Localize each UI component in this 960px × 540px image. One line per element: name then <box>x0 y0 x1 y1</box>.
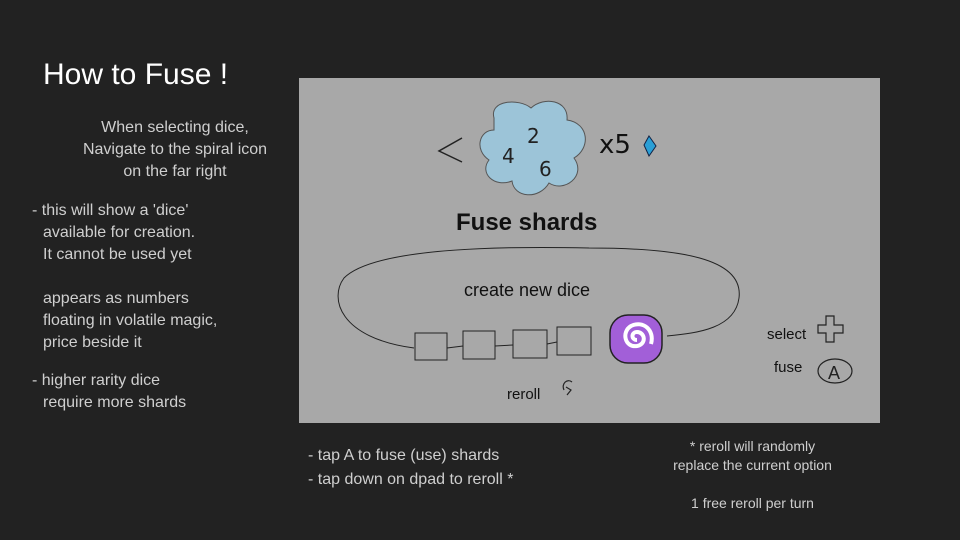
bullet-line: available for creation. <box>43 224 196 241</box>
dice-cloud <box>479 100 586 196</box>
bullet-list: - this will show a 'dice' available for … <box>32 200 297 414</box>
intro-line: Navigate to the spiral icon <box>82 141 268 158</box>
dice-number-bottom: 6 <box>539 157 552 181</box>
reroll-icon <box>562 380 573 396</box>
reroll-label: reroll <box>507 386 541 403</box>
dice-slot <box>512 329 548 359</box>
dpad-icon <box>817 315 844 343</box>
left-arrow-icon <box>437 137 463 163</box>
instruction-line: - tap A to fuse (use) shards <box>308 447 500 464</box>
bullet-line: require more shards <box>43 394 187 411</box>
dice-slot <box>414 332 448 361</box>
dice-number-left: 4 <box>502 144 515 168</box>
fuse-shards-title: Fuse shards <box>456 209 598 236</box>
shard-icon <box>643 135 657 158</box>
bullet-line: - higher rarity dice <box>32 372 161 389</box>
reroll-note: * reroll will randomly replace the curre… <box>650 437 855 513</box>
dice-number-top: 2 <box>527 124 540 148</box>
create-new-dice-label: create new dice <box>464 280 591 300</box>
fuse-label: fuse <box>774 359 803 376</box>
fuse-screen-mockup: 2 4 6 A x5 Fuse shards create new dice r… <box>299 78 880 423</box>
dice-slot <box>556 326 592 356</box>
intro-line: When selecting dice, <box>101 119 249 136</box>
bullet-line: It cannot be used yet <box>43 246 192 263</box>
dice-slot <box>462 330 496 360</box>
intro-line: on the far right <box>123 163 227 180</box>
note-line: * reroll will randomly <box>689 438 816 454</box>
price-label: x5 <box>599 130 631 160</box>
select-label: select <box>767 326 807 343</box>
note-line: 1 free reroll per turn <box>691 495 814 511</box>
bullet-line: price beside it <box>43 334 142 351</box>
slide-title: How to Fuse ! <box>43 58 229 91</box>
instruction-list: - tap A to fuse (use) shards - tap down … <box>308 444 513 492</box>
bullet-line: floating in volatile magic, <box>43 312 218 329</box>
bullet-line: appears as numbers <box>43 290 189 307</box>
intro-text: When selecting dice, Navigate to the spi… <box>40 117 310 183</box>
note-line: replace the current option <box>673 457 832 473</box>
a-button-label: A <box>828 363 840 383</box>
bullet-line: - this will show a 'dice' <box>32 202 189 219</box>
instruction-line: - tap down on dpad to reroll * <box>308 471 514 488</box>
